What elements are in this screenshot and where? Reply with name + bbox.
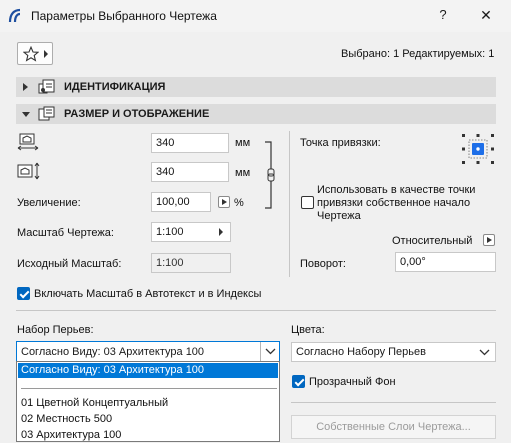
pens-option[interactable]: Согласно Виду: 03 Архитектура 100 — [18, 363, 278, 378]
archicad-logo-icon — [8, 8, 21, 23]
window-title: Параметры Выбранного Чертежа — [31, 9, 217, 23]
zoom-menu-button[interactable] — [218, 196, 230, 208]
chevron-right-icon — [44, 50, 48, 58]
height-unit: мм — [235, 167, 251, 179]
pens-label: Набор Перьев: — [17, 324, 94, 336]
collapse-icon — [22, 112, 30, 117]
section-label: РАЗМЕР И ОТОБРАЖЕНИЕ — [64, 108, 210, 120]
zoom-label: Увеличение: — [17, 197, 81, 209]
pens-option[interactable]: 03 Архитектура 100 — [18, 428, 278, 443]
scale-dropdown[interactable]: 1:100 — [151, 222, 231, 242]
help-button[interactable]: ? — [433, 7, 453, 27]
favorites-button[interactable] — [17, 42, 53, 65]
scale-label: Масштаб Чертежа: — [17, 227, 114, 239]
width-input[interactable]: 340 — [151, 133, 229, 153]
chevron-right-icon — [219, 228, 223, 236]
list-separator — [21, 388, 277, 389]
drawing-layers-button[interactable]: Собственные Слои Чертежа... — [291, 415, 496, 439]
expand-icon — [23, 83, 28, 91]
original-scale-value: 1:100 — [151, 253, 231, 273]
vertical-divider — [289, 131, 290, 277]
chevron-down-icon — [479, 349, 490, 356]
width-icon — [17, 133, 39, 151]
transparent-bg-label: Прозрачный Фон — [309, 376, 396, 388]
width-unit: мм — [235, 137, 251, 149]
section-label: ИДЕНТИФИКАЦИЯ — [64, 81, 166, 93]
colors-value: Согласно Набору Перьев — [296, 346, 426, 358]
pens-option[interactable]: 01 Цветной Концептуальный — [18, 396, 278, 411]
rotation-input[interactable]: 0,00° — [395, 252, 496, 272]
zoom-unit: % — [234, 197, 244, 209]
section-identification[interactable]: ИДЕНТИФИКАЦИЯ — [16, 77, 496, 97]
selection-count: Выбрано: 1 Редактируемых: 1 — [341, 48, 495, 60]
close-button[interactable]: ✕ — [476, 7, 496, 27]
star-icon — [23, 46, 39, 62]
anchor-point-grid-icon[interactable] — [460, 132, 496, 166]
pens-dropdown[interactable]: Согласно Виду: 03 Архитектура 100 — [16, 341, 280, 362]
original-scale-label: Исходный Масштаб: — [17, 258, 122, 270]
section-size-display[interactable]: РАЗМЕР И ОТОБРАЖЕНИЕ — [16, 104, 496, 124]
identification-icon — [38, 79, 55, 94]
colors-dropdown[interactable]: Согласно Набору Перьев — [291, 342, 496, 362]
colors-label: Цвета: — [291, 324, 325, 336]
scale-value: 1:100 — [156, 226, 184, 238]
proportion-chain-icon[interactable] — [263, 141, 277, 209]
use-origin-label: Использовать в качестве точки привязки с… — [317, 184, 476, 222]
relative-label: Относительный — [392, 235, 473, 247]
zoom-input[interactable]: 100,00 — [151, 192, 211, 212]
height-icon — [17, 162, 40, 180]
autotext-checkbox[interactable] — [17, 287, 30, 300]
pens-dropdown-toggle[interactable] — [260, 342, 280, 361]
autotext-label: Включать Масштаб в Автотекст и в Индексы — [34, 288, 262, 300]
rotation-label: Поворот: — [300, 258, 346, 270]
use-origin-checkbox[interactable] — [301, 196, 314, 209]
horizontal-divider — [16, 310, 496, 311]
drawing-size-icon — [38, 106, 55, 121]
anchor-label: Точка привязки: — [300, 137, 381, 149]
relative-menu-button[interactable] — [483, 234, 495, 246]
pens-option[interactable]: 02 Местность 500 — [18, 412, 278, 427]
horizontal-divider — [291, 402, 496, 403]
height-input[interactable]: 340 — [151, 162, 229, 182]
pens-selected-value: Согласно Виду: 03 Архитектура 100 — [21, 346, 205, 358]
chevron-down-icon — [265, 348, 276, 355]
transparent-bg-checkbox[interactable] — [292, 375, 305, 388]
pens-options-list: Согласно Виду: 03 Архитектура 100 01 Цве… — [16, 361, 280, 442]
